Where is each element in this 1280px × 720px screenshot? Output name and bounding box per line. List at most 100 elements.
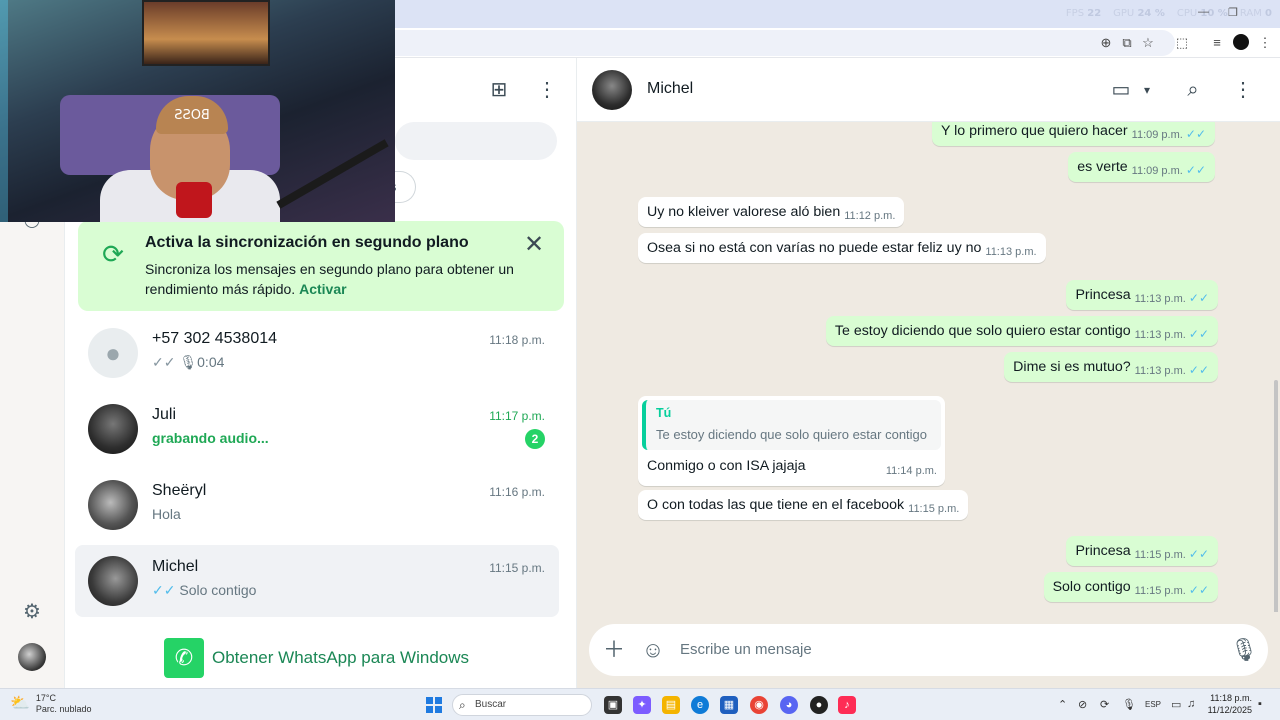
taskbar-search[interactable]: ⌕ Buscar: [452, 694, 592, 716]
video-call-icon[interactable]: ▭: [1109, 78, 1133, 102]
chat-preview-text: Solo contigo: [179, 582, 257, 598]
chat-item[interactable]: Juli 11:17 p.m. grabando audio... 2: [75, 393, 559, 465]
read-ticks-icon: ✓✓: [1188, 291, 1209, 305]
attach-plus-icon[interactable]: ＋: [602, 638, 626, 662]
message-input[interactable]: Escribe un mensaje: [680, 641, 812, 658]
reply-message-bubble[interactable]: Tú Te estoy diciendo que solo quiero est…: [638, 396, 945, 486]
weather-widget[interactable]: ⛅ 17°C Parc. nublado: [10, 693, 91, 715]
chat-preview: ✓✓ Solo contigo: [152, 582, 256, 599]
composer: ＋ ☺ Escribe un mensaje 🎙: [577, 612, 1280, 688]
sync-icon: ⟳: [102, 239, 124, 269]
settings-gear-icon[interactable]: ⚙: [20, 600, 44, 624]
message-text: Osea si no está con varías no puede esta…: [647, 240, 982, 256]
media-icon[interactable]: ≡: [1209, 35, 1225, 51]
task-view-icon[interactable]: ▣: [604, 696, 622, 714]
close-icon[interactable]: ✕: [522, 233, 546, 257]
chat-item-active[interactable]: Michel 11:15 p.m. ✓✓ Solo contigo: [75, 545, 559, 617]
message-text: O con todas las que tiene en el facebook: [647, 497, 905, 513]
cast-icon[interactable]: ⧉: [1119, 35, 1135, 51]
new-chat-icon[interactable]: ⊞: [487, 78, 511, 102]
gpu-value: 24 %: [1137, 8, 1165, 19]
message-input-box[interactable]: ＋ ☺ Escribe un mensaje 🎙: [589, 624, 1268, 676]
notification-icon[interactable]: ▪: [1258, 698, 1262, 710]
url-field[interactable]: [395, 30, 1175, 56]
sticker-emoji-icon[interactable]: ☺: [641, 638, 665, 662]
zoom-icon[interactable]: ⊕: [1098, 35, 1114, 51]
conversation-header: Michel ▭ ▾ ⌕ ⋮: [577, 58, 1280, 122]
bookmark-star-icon[interactable]: ☆: [1140, 35, 1156, 51]
chat-item[interactable]: ● +57 302 4538014 11:18 p.m. ✓✓ 🎙0:04: [75, 317, 559, 389]
network-icon[interactable]: ⊘: [1078, 698, 1087, 711]
display-icon[interactable]: ▭: [1171, 698, 1181, 711]
edge-icon[interactable]: e: [691, 696, 709, 714]
message-text: Y lo primero que quiero hacer: [941, 123, 1128, 139]
microphone-icon[interactable]: 🎙: [1122, 698, 1136, 711]
chat-name: +57 302 4538014: [152, 330, 278, 347]
contact-avatar[interactable]: [592, 70, 632, 110]
message-bubble[interactable]: Uy no kleiver valorese aló bien 11:12 p.m…: [638, 197, 905, 227]
search-icon[interactable]: ⌕: [1181, 78, 1205, 102]
default-avatar-icon: ●: [88, 328, 138, 378]
message-time: 11:13 p.m.: [985, 246, 1037, 258]
message-text: Uy no kleiver valorese aló bien: [647, 204, 841, 220]
menu-icon[interactable]: ⋮: [1231, 78, 1255, 102]
partly-cloudy-icon: ⛅: [10, 695, 30, 712]
maximize-icon[interactable]: ❐: [1228, 6, 1238, 19]
chevron-down-icon[interactable]: ▾: [1135, 78, 1159, 102]
message-area: Y lo primero que quiero hacer 11:09 p.m. …: [577, 122, 1280, 612]
message-bubble[interactable]: Princesa 11:13 p.m. ✓✓: [1066, 280, 1218, 310]
message-time: 11:15 p.m.: [908, 503, 960, 515]
message-time: 11:14 p.m.: [885, 465, 937, 477]
sync-icon[interactable]: ⟳: [1100, 698, 1109, 711]
message-bubble[interactable]: Princesa 11:15 p.m. ✓✓: [1066, 536, 1218, 566]
chat-item[interactable]: Sheëryl 11:16 p.m. Hola: [75, 469, 559, 541]
message-time: 11:13 p.m.: [1134, 365, 1186, 377]
cpu-label: CPU: [1176, 8, 1198, 19]
message-text: Dime si es mutuo?: [1013, 359, 1131, 375]
message-text: Conmigo o con ISA jajaja: [647, 458, 806, 474]
weather-info: 17°C Parc. nublado: [36, 693, 92, 715]
search-input[interactable]: [395, 122, 557, 160]
browser-menu-icon[interactable]: ⋮: [1257, 35, 1273, 51]
message-bubble[interactable]: Dime si es mutuo? 11:13 p.m. ✓✓: [1004, 352, 1218, 382]
tiktok-icon[interactable]: ♪: [838, 696, 856, 714]
chat-list-header: ⊞ ⋮: [476, 78, 576, 102]
contact-name[interactable]: Michel: [647, 80, 693, 98]
chevron-up-icon[interactable]: ⌃: [1058, 698, 1067, 711]
message-bubble[interactable]: Solo contigo 11:15 p.m. ✓✓: [1043, 572, 1218, 602]
microphone-icon: 🎙: [179, 354, 198, 370]
copilot-icon[interactable]: ✦: [633, 696, 651, 714]
volume-icon[interactable]: ♫: [1187, 698, 1195, 710]
chat-preview: Hola: [152, 506, 181, 522]
unread-badge: 2: [525, 429, 545, 449]
extensions-icon[interactable]: ⬚: [1174, 35, 1190, 51]
language-indicator[interactable]: ESP: [1145, 700, 1161, 709]
message-text: Solo contigo: [1052, 579, 1131, 595]
menu-icon[interactable]: ⋮: [535, 78, 559, 102]
avatar: [88, 404, 138, 454]
message-bubble[interactable]: O con todas las que tiene en el facebook…: [638, 490, 969, 520]
message-time: 11:13 p.m.: [1134, 329, 1186, 341]
message-bubble[interactable]: Y lo primero que quiero hacer 11:09 p.m. …: [932, 122, 1215, 146]
file-explorer-icon[interactable]: ▤: [662, 696, 680, 714]
quoted-message[interactable]: Tú Te estoy diciendo que solo quiero est…: [642, 400, 941, 450]
get-windows-app-link[interactable]: ✆ Obtener WhatsApp para Windows: [164, 638, 469, 678]
avatar: [88, 480, 138, 530]
profile-avatar[interactable]: [18, 643, 46, 671]
message-time: 11:09 p.m.: [1131, 165, 1183, 177]
store-icon[interactable]: ▦: [720, 696, 738, 714]
profile-avatar[interactable]: [1233, 34, 1249, 50]
chrome-icon[interactable]: ◉: [750, 696, 768, 714]
sync-banner: ⟳ Activa la sincronización en segundo pl…: [78, 221, 564, 311]
discord-icon[interactable]: ◕: [780, 696, 798, 714]
message-bubble[interactable]: es verte 11:09 p.m. ✓✓: [1068, 152, 1215, 182]
windows-start-icon[interactable]: [426, 697, 442, 713]
obs-icon[interactable]: ●: [810, 696, 828, 714]
minimize-icon[interactable]: —: [1198, 6, 1209, 18]
activate-link[interactable]: Activar: [299, 281, 346, 297]
message-bubble[interactable]: Te estoy diciendo que solo quiero estar …: [825, 316, 1218, 346]
message-bubble[interactable]: Osea si no está con varías no puede esta…: [638, 233, 1046, 263]
chat-time: 11:18 p.m.: [489, 333, 545, 347]
system-clock[interactable]: 11:18 p.m. 11/12/2025: [1200, 692, 1252, 716]
microphone-icon[interactable]: 🎙: [1230, 638, 1258, 662]
